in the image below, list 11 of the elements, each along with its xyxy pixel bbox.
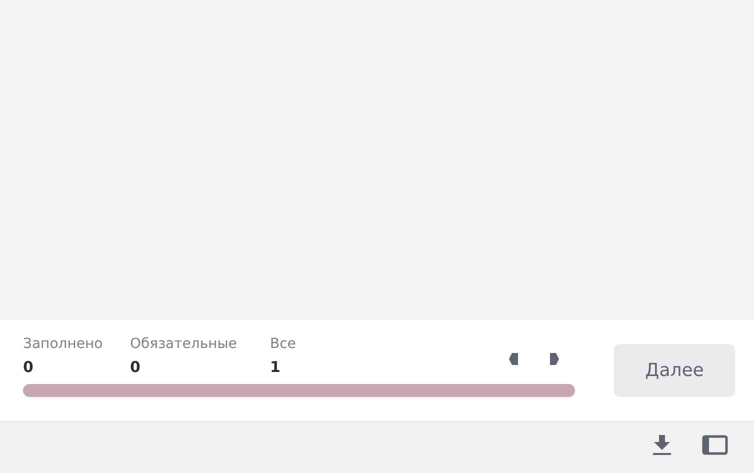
- panel-icon[interactable]: [702, 434, 728, 454]
- next-button[interactable]: Далее: [614, 344, 735, 397]
- stat-label: Все: [270, 336, 297, 352]
- stat-label: Обязательные: [130, 336, 238, 352]
- stat-value: 0: [130, 358, 142, 376]
- previous-icon[interactable]: [509, 352, 519, 366]
- download-icon[interactable]: [652, 434, 672, 456]
- stat-value: 1: [270, 358, 282, 376]
- stat-label: Заполнено: [23, 336, 104, 352]
- next-icon[interactable]: [549, 352, 559, 366]
- stat-value: 0: [23, 358, 34, 376]
